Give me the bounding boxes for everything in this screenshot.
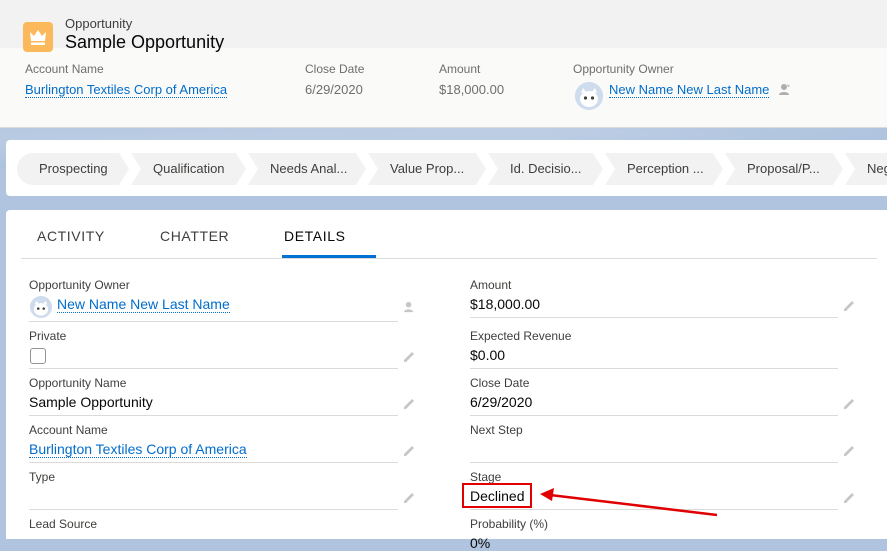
- path-steps: Prospecting Qualification Needs Anal... …: [17, 153, 887, 185]
- account-name-value: Burlington Textiles Corp of America: [29, 441, 247, 458]
- owner-link[interactable]: New Name New Last Name: [609, 82, 770, 98]
- path-step[interactable]: Proposal/P...: [725, 153, 843, 185]
- tab-details[interactable]: DETAILS: [284, 228, 346, 244]
- field-label: Type: [29, 470, 56, 484]
- annotation-arrow: [540, 488, 718, 517]
- pencil-icon[interactable]: [403, 397, 416, 415]
- path-step[interactable]: Id. Decisio...: [488, 153, 603, 185]
- tab-activity[interactable]: ACTIVITY: [37, 228, 105, 244]
- owner-value: New Name New Last Name: [57, 296, 230, 313]
- pencil-icon[interactable]: [843, 299, 856, 317]
- pencil-icon[interactable]: [403, 444, 416, 462]
- field-divider: [29, 509, 398, 510]
- field-label: Account Name: [29, 423, 108, 437]
- account-name-link[interactable]: Burlington Textiles Corp of America: [25, 82, 228, 98]
- close-date-value: 6/29/2020: [470, 394, 533, 410]
- tab-bar: ACTIVITY CHATTER DETAILS: [21, 210, 877, 259]
- field-label: Private: [29, 329, 67, 343]
- field-label: Next Step: [470, 423, 523, 437]
- sales-path: Prospecting Qualification Needs Anal... …: [6, 140, 887, 196]
- field-divider: [29, 462, 398, 463]
- field-divider: [470, 415, 838, 416]
- field-divider: [29, 368, 398, 369]
- header-field-label: Amount: [439, 62, 481, 76]
- path-step[interactable]: Qualification: [131, 153, 246, 185]
- owner-link[interactable]: New Name New Last Name: [57, 296, 230, 313]
- object-type-label: Opportunity: [65, 16, 133, 31]
- change-owner-icon[interactable]: [403, 301, 416, 319]
- private-checkbox[interactable]: [30, 348, 46, 364]
- details-card: ACTIVITY CHATTER DETAILS Opportunity Own…: [6, 210, 887, 551]
- avatar[interactable]: [575, 82, 603, 110]
- amount-value: $18,000.00: [470, 296, 541, 312]
- header-close-date-value: 6/29/2020: [305, 82, 363, 97]
- pencil-icon[interactable]: [843, 491, 856, 509]
- field-label: Lead Source: [29, 517, 98, 531]
- header-amount-value: $18,000.00: [439, 82, 505, 97]
- record-header: Opportunity Sample Opportunity Account N…: [0, 0, 887, 128]
- path-step[interactable]: Value Prop...: [368, 153, 486, 185]
- field-label: Amount: [470, 278, 512, 292]
- field-label: Expected Revenue: [470, 329, 572, 343]
- pencil-icon[interactable]: [403, 350, 416, 368]
- path-step[interactable]: Nego: [845, 153, 887, 185]
- page-title: Sample Opportunity: [65, 32, 225, 52]
- pencil-icon[interactable]: [843, 444, 856, 462]
- probability-value: 0%: [470, 535, 491, 551]
- header-field-label: Close Date: [305, 62, 365, 76]
- pencil-icon[interactable]: [403, 491, 416, 509]
- avatar[interactable]: [30, 296, 52, 318]
- account-name-link[interactable]: Burlington Textiles Corp of America: [29, 441, 247, 458]
- field-divider: [29, 321, 398, 322]
- pencil-icon[interactable]: [843, 397, 856, 415]
- header-account-name-value: Burlington Textiles Corp of America: [25, 82, 228, 98]
- field-label: Close Date: [470, 376, 530, 390]
- header-owner-value: New Name New Last Name: [609, 82, 770, 98]
- header-field-label: Account Name: [25, 62, 104, 76]
- header-field-label: Opportunity Owner: [573, 62, 674, 76]
- change-owner-icon[interactable]: [779, 83, 791, 102]
- field-divider: [470, 462, 838, 463]
- field-divider: [470, 317, 838, 318]
- path-step[interactable]: Needs Anal...: [248, 153, 366, 185]
- path-step[interactable]: Perception ...: [605, 153, 723, 185]
- annotation-highlight-box: [462, 483, 532, 508]
- field-divider: [29, 415, 398, 416]
- crown-icon: [23, 22, 53, 52]
- active-tab-indicator: [282, 255, 376, 258]
- field-label: Opportunity Name: [29, 376, 127, 390]
- tab-chatter[interactable]: CHATTER: [160, 228, 229, 244]
- field-label: Opportunity Owner: [29, 278, 130, 292]
- path-step[interactable]: Prospecting: [17, 153, 129, 185]
- opportunity-name-value: Sample Opportunity: [29, 394, 153, 410]
- field-label: Stage: [470, 470, 502, 484]
- expected-revenue-value: $0.00: [470, 347, 506, 363]
- field-divider: [470, 368, 838, 369]
